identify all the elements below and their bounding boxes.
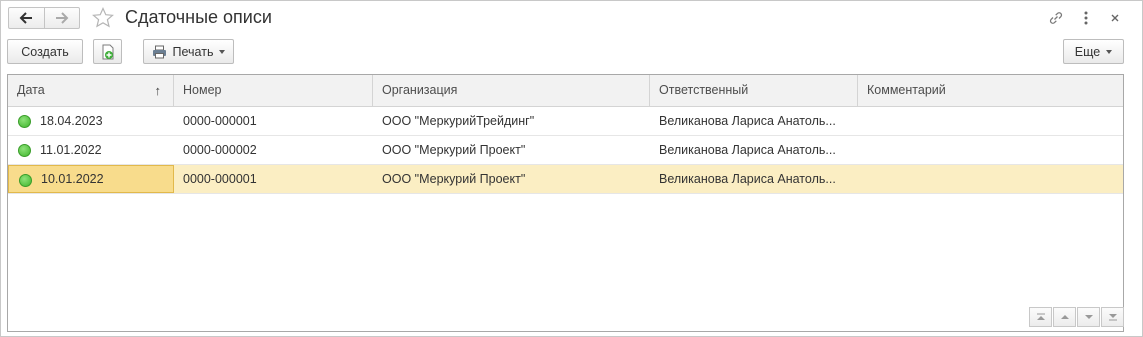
table-row-selected[interactable]: 10.01.2022 0000-000001 ООО "Меркурий Про… <box>8 165 1123 194</box>
title-bar: Сдаточные описи <box>1 1 1142 35</box>
printer-icon <box>152 45 166 58</box>
cell-date: 11.01.2022 <box>8 136 174 164</box>
cell-comment <box>858 165 1123 193</box>
scroll-last-button[interactable] <box>1101 307 1124 327</box>
arrow-left-icon <box>20 12 33 24</box>
column-header-organization[interactable]: Организация <box>373 75 650 106</box>
scroll-first-button[interactable] <box>1029 307 1052 327</box>
kebab-menu-icon[interactable] <box>1077 9 1095 27</box>
print-label: Печать <box>172 44 214 59</box>
cell-comment <box>858 107 1123 135</box>
list-window: Сдаточные описи Создать Печать Еще Дата … <box>0 0 1143 337</box>
cell-number: 0000-000001 <box>183 114 257 128</box>
close-icon[interactable] <box>1106 9 1124 27</box>
back-button[interactable] <box>9 8 44 28</box>
cell-organization: ООО "Меркурий Проект" <box>382 172 526 186</box>
table-header: Дата ↑ Номер Организация Ответственный К… <box>8 75 1123 107</box>
cell-date[interactable]: 10.01.2022 <box>8 165 174 193</box>
cell-responsible: Великанова Лариса Анатоль... <box>659 143 836 157</box>
status-dot-icon <box>19 174 32 187</box>
cell-organization: ООО "МеркурийТрейдинг" <box>382 114 535 128</box>
scroll-first-icon <box>1036 313 1045 320</box>
cell-responsible: Великанова Лариса Анатоль... <box>659 172 836 186</box>
table-row[interactable]: 18.04.2023 0000-000001 ООО "МеркурийТрей… <box>8 107 1123 136</box>
forward-button[interactable] <box>43 8 79 28</box>
scroll-down-icon <box>1084 315 1093 319</box>
create-button[interactable]: Создать <box>7 39 83 64</box>
more-button[interactable]: Еще <box>1063 39 1124 64</box>
star-icon[interactable] <box>91 6 115 30</box>
more-label: Еще <box>1074 44 1101 59</box>
document-add-icon <box>102 44 113 59</box>
table-row[interactable]: 11.01.2022 0000-000002 ООО "Меркурий Про… <box>8 136 1123 165</box>
cell-date: 18.04.2023 <box>8 107 174 135</box>
scroll-down-button[interactable] <box>1077 307 1100 327</box>
create-copy-button[interactable] <box>93 39 122 64</box>
link-icon[interactable] <box>1047 9 1065 27</box>
arrow-right-icon <box>55 12 69 24</box>
scroll-up-icon <box>1060 315 1069 319</box>
documents-table: Дата ↑ Номер Организация Ответственный К… <box>7 74 1124 332</box>
status-dot-icon <box>18 144 31 157</box>
print-button[interactable]: Печать <box>143 39 234 64</box>
chevron-down-icon <box>1106 49 1113 54</box>
cell-number: 0000-000001 <box>183 172 257 186</box>
column-header-date[interactable]: Дата ↑ <box>8 75 174 106</box>
sort-ascending-icon: ↑ <box>154 83 162 98</box>
column-header-comment[interactable]: Комментарий <box>858 75 1123 106</box>
cell-responsible: Великанова Лариса Анатоль... <box>659 114 836 128</box>
cell-comment <box>858 136 1123 164</box>
cell-number: 0000-000002 <box>183 143 257 157</box>
cell-organization: ООО "Меркурий Проект" <box>382 143 526 157</box>
scroll-up-button[interactable] <box>1053 307 1076 327</box>
page-title: Сдаточные описи <box>125 7 272 27</box>
column-header-responsible[interactable]: Ответственный <box>650 75 858 106</box>
history-nav <box>8 7 80 29</box>
chevron-down-icon <box>219 49 226 54</box>
column-header-number[interactable]: Номер <box>174 75 373 106</box>
status-dot-icon <box>18 115 31 128</box>
scroll-last-icon <box>1108 314 1117 321</box>
